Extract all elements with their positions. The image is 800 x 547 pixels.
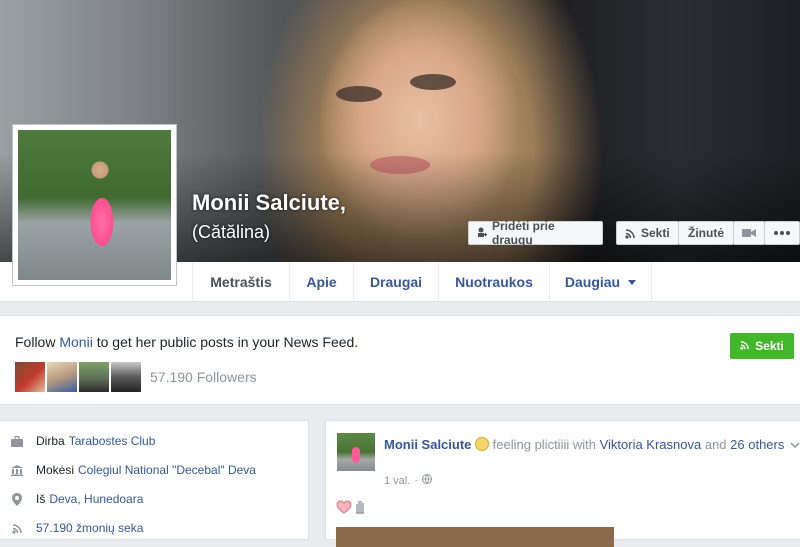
tab-friends[interactable]: Draugai xyxy=(353,262,438,302)
intro-work-label: Dirba xyxy=(36,434,65,448)
tab-more[interactable]: Daugiau xyxy=(549,262,652,302)
intro-hometown-label: Iš xyxy=(36,492,46,506)
profile-picture[interactable] xyxy=(12,124,177,286)
video-call-button[interactable] xyxy=(733,221,765,245)
feeling-emoji-icon xyxy=(475,437,490,451)
intro-education: Mokėsi Colegiul National "Decebal" Deva xyxy=(10,463,256,477)
post-meta: 1 val. · xyxy=(384,474,432,487)
add-friend-label: Pridėti prie draugų xyxy=(492,219,555,247)
tab-timeline[interactable]: Metraštis xyxy=(192,262,289,302)
profile-picture-image xyxy=(18,130,171,280)
follow-prompt-prefix: Follow xyxy=(15,334,60,350)
rss-icon xyxy=(740,339,750,353)
cover-eye-right xyxy=(410,74,456,90)
follow-button[interactable]: Sekti xyxy=(616,221,679,245)
follow-label: Sekti xyxy=(641,226,670,240)
heart-icon xyxy=(336,499,352,519)
follower-avatar[interactable] xyxy=(47,362,77,392)
tab-photos[interactable]: Nuotraukos xyxy=(438,262,549,302)
message-button[interactable]: Žinutė xyxy=(678,221,734,245)
more-options-button[interactable] xyxy=(764,221,800,245)
follower-thumbnails xyxy=(15,362,141,392)
post-author-name[interactable]: Monii Salciute xyxy=(384,437,471,452)
add-friend-icon xyxy=(477,227,487,239)
follower-avatar[interactable] xyxy=(111,362,141,392)
profile-name[interactable]: Monii Salciute, xyxy=(192,190,346,216)
tab-photos-label: Nuotraukos xyxy=(455,274,533,290)
follow-prompt-name-link[interactable]: Monii xyxy=(59,334,92,350)
tab-timeline-label: Metraštis xyxy=(210,274,272,290)
post-options-chevron-icon[interactable] xyxy=(790,435,800,453)
follow-green-button[interactable]: Sekti xyxy=(730,333,794,359)
raised-hand-icon xyxy=(354,499,366,519)
followers-count: 57.190 Followers xyxy=(150,369,257,385)
follow-panel: Follow Monii to get her public posts in … xyxy=(0,315,800,405)
tab-about[interactable]: Apie xyxy=(289,262,353,302)
intro-card: Dirba Tarabostes Club Mokėsi Colegiul Na… xyxy=(0,420,309,540)
follow-green-label: Sekti xyxy=(755,339,784,353)
follower-avatar[interactable] xyxy=(15,362,45,392)
profile-alternate-name: (Cătălina) xyxy=(192,222,271,242)
post-feeling-text: feeling plictiiii with xyxy=(489,437,600,452)
post-tagged-friend[interactable]: Viktoria Krasnova xyxy=(600,437,702,452)
post-photo[interactable] xyxy=(336,527,614,547)
rss-icon xyxy=(625,228,636,239)
briefcase-icon xyxy=(10,434,24,448)
follow-prompt-suffix: to get her public posts in your News Fee… xyxy=(92,334,359,350)
intro-hometown-link[interactable]: Deva, Hunedoara xyxy=(49,492,143,506)
post-author-avatar[interactable] xyxy=(337,433,375,471)
follower-avatar[interactable] xyxy=(79,362,109,392)
ellipsis-icon xyxy=(774,231,790,235)
post-timestamp[interactable]: 1 val. xyxy=(384,475,410,487)
add-friend-button[interactable]: Pridėti prie draugų xyxy=(468,219,603,247)
school-icon xyxy=(10,463,24,477)
intro-work-link[interactable]: Tarabostes Club xyxy=(69,434,156,448)
location-pin-icon xyxy=(10,492,24,506)
tab-about-label: Apie xyxy=(306,274,337,290)
tab-friends-label: Draugai xyxy=(369,274,423,290)
intro-education-link[interactable]: Colegiul National "Decebal" Deva xyxy=(78,463,256,477)
tab-more-label: Daugiau xyxy=(564,274,621,290)
cover-eye-left xyxy=(336,86,382,102)
post-meta-separator: · xyxy=(414,474,418,487)
intro-work: Dirba Tarabostes Club xyxy=(10,434,155,448)
follow-prompt: Follow Monii to get her public posts in … xyxy=(15,334,358,350)
video-camera-icon xyxy=(742,228,756,238)
message-label: Žinutė xyxy=(688,226,724,240)
intro-education-label: Mokėsi xyxy=(36,463,75,477)
post-and-text: and xyxy=(701,437,731,452)
post-others-link[interactable]: 26 others xyxy=(730,437,784,452)
post-card: Monii Salciute feeling plictiiii with Vi… xyxy=(325,420,800,547)
chevron-down-icon xyxy=(628,279,637,285)
post-content-emojis xyxy=(336,499,366,519)
intro-hometown: Iš Deva, Hunedoara xyxy=(10,492,143,506)
post-header: Monii Salciute feeling plictiiii with Vi… xyxy=(384,435,794,454)
globe-icon xyxy=(421,474,432,487)
